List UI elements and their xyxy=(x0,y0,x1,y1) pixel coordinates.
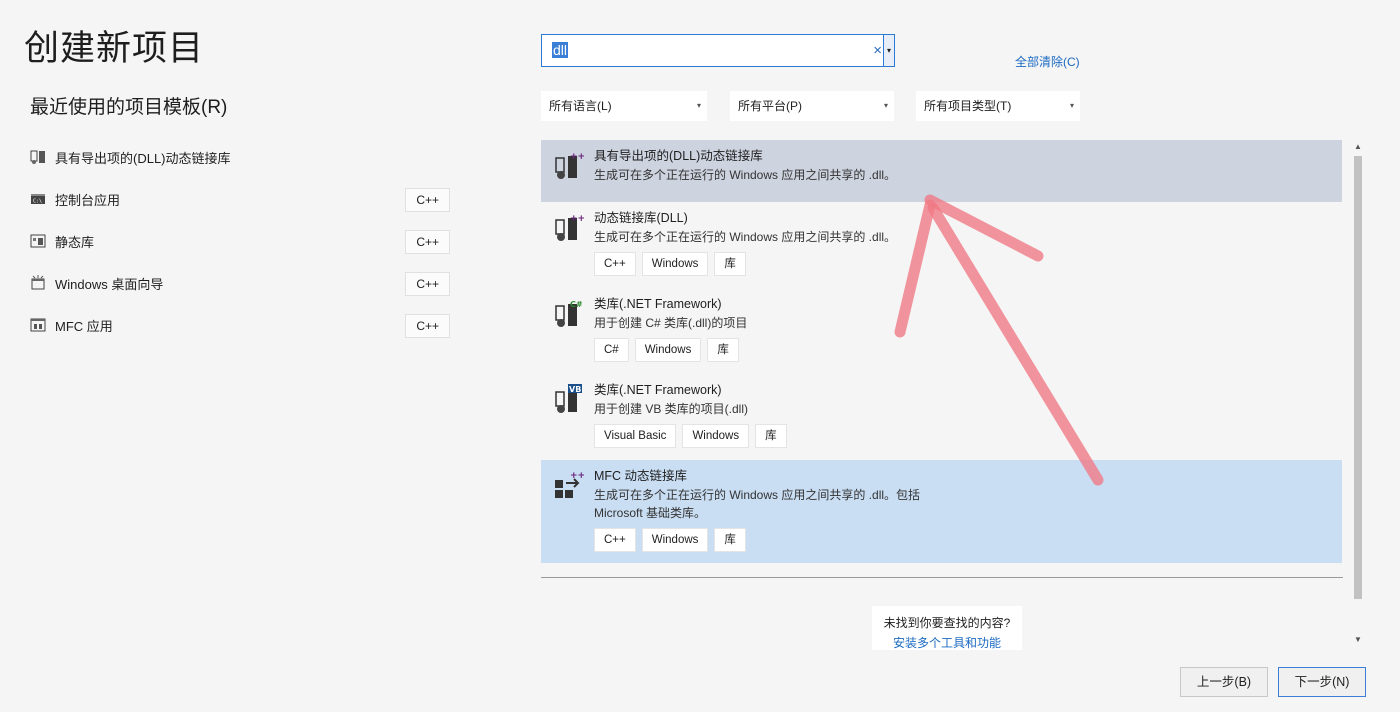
badge-text: VB xyxy=(569,385,581,394)
chevron-down-icon: ▾ xyxy=(696,101,701,110)
search-value[interactable]: dll xyxy=(552,42,569,58)
tag-chip: C++ xyxy=(594,528,636,552)
recent-templates-title: 最近使用的项目模板(R) xyxy=(30,97,228,118)
recent-item-label: 具有导出项的(DLL)动态链接库 xyxy=(55,150,231,166)
search-input[interactable]: dll × ▾ xyxy=(541,34,895,67)
recent-item-label: MFC 应用 xyxy=(55,318,113,334)
recent-item-dll-export[interactable]: 具有导出项的(DLL)动态链接库 xyxy=(30,136,452,178)
language-filter[interactable]: 所有语言(L) ▾ xyxy=(541,91,707,121)
console-app-icon: C:\ xyxy=(30,191,46,207)
chevron-down-icon: ▾ xyxy=(883,101,888,110)
template-class-library-csharp[interactable]: C# 类库(.NET Framework) 用于创建 C# 类库(.dll)的项… xyxy=(541,288,1342,374)
platform-filter[interactable]: 所有平台(P) ▾ xyxy=(730,91,894,121)
language-tag: C++ xyxy=(405,230,450,254)
tag-chip: 库 xyxy=(714,252,746,276)
template-description: 用于创建 C# 类库(.dll)的项目 xyxy=(594,316,748,330)
template-name: 类库(.NET Framework) xyxy=(594,383,722,397)
tag-chip: Windows xyxy=(682,424,750,448)
recent-item-label: 控制台应用 xyxy=(55,192,121,208)
language-tag: C++ xyxy=(405,314,450,338)
project-type-filter[interactable]: 所有项目类型(T) ▾ xyxy=(916,91,1080,121)
recent-item-mfc-app[interactable]: MFC 应用 C++ xyxy=(30,304,452,346)
filter-label: 所有语言(L) xyxy=(549,99,612,113)
template-name: 动态链接库(DLL) xyxy=(594,211,688,225)
mfc-app-icon xyxy=(30,317,46,333)
dll-template-icon: ++ xyxy=(554,150,585,180)
template-dll-with-exports[interactable]: ++ 具有导出项的(DLL)动态链接库 生成可在多个正在运行的 Windows … xyxy=(541,140,1342,202)
recent-item-label: Windows 桌面向导 xyxy=(55,276,164,292)
not-found-panel: 未找到你要查找的内容? 安装多个工具和功能 xyxy=(872,606,1022,650)
template-name: MFC 动态链接库 xyxy=(594,469,688,483)
badge-text: ++ xyxy=(570,471,584,481)
clear-all-link[interactable]: 全部清除(C) xyxy=(1015,53,1080,70)
dll-export-icon xyxy=(30,149,46,165)
language-tag: C++ xyxy=(405,272,450,296)
badge-text: ++ xyxy=(570,152,584,162)
recent-item-desktop-wizard[interactable]: Windows 桌面向导 C++ xyxy=(30,262,452,304)
results-divider xyxy=(541,577,1343,578)
template-name: 具有导出项的(DLL)动态链接库 xyxy=(594,149,763,163)
tag-chip: Windows xyxy=(641,528,709,552)
filter-label: 所有平台(P) xyxy=(738,99,802,113)
template-description: 生成可在多个正在运行的 Windows 应用之间共享的 .dll。 xyxy=(594,230,897,244)
template-dll[interactable]: ++ 动态链接库(DLL) 生成可在多个正在运行的 Windows 应用之间共享… xyxy=(541,202,1342,288)
static-lib-icon xyxy=(30,233,46,249)
template-mfc-dll[interactable]: ++ MFC 动态链接库 生成可在多个正在运行的 Windows 应用之间共享的… xyxy=(541,460,1342,563)
tag-chip: Windows xyxy=(641,252,709,276)
recent-item-static-lib[interactable]: 静态库 C++ xyxy=(30,220,452,262)
vb-library-icon: VB xyxy=(554,384,584,414)
tag-chip: C# xyxy=(594,338,629,362)
search-history-dropdown-icon[interactable]: ▾ xyxy=(883,34,895,67)
scroll-thumb[interactable] xyxy=(1354,156,1362,599)
template-results-list: ++ 具有导出项的(DLL)动态链接库 生成可在多个正在运行的 Windows … xyxy=(541,140,1342,563)
svg-text:C:\: C:\ xyxy=(33,199,42,205)
results-scrollbar[interactable]: ▲ ▼ xyxy=(1352,142,1364,647)
scroll-up-icon[interactable]: ▲ xyxy=(1352,142,1364,154)
template-tags: C# Windows 库 xyxy=(594,338,1332,362)
scroll-down-icon[interactable]: ▼ xyxy=(1352,635,1364,647)
template-description-cont: Microsoft 基础类库。 xyxy=(594,506,707,520)
badge-text: ++ xyxy=(570,214,584,224)
template-tags: C++ Windows 库 xyxy=(594,528,1332,552)
template-name: 类库(.NET Framework) xyxy=(594,297,722,311)
chevron-down-icon: ▾ xyxy=(1069,101,1074,110)
next-button[interactable]: 下一步(N) xyxy=(1278,667,1366,697)
csharp-library-icon: C# xyxy=(554,298,584,328)
template-description: 生成可在多个正在运行的 Windows 应用之间共享的 .dll。 xyxy=(594,168,897,182)
template-tags: C++ Windows 库 xyxy=(594,252,1332,276)
dll-template-icon: ++ xyxy=(554,212,585,242)
tag-chip: 库 xyxy=(714,528,746,552)
install-tools-link[interactable]: 安装多个工具和功能 xyxy=(872,634,1022,651)
template-class-library-vb[interactable]: VB 类库(.NET Framework) 用于创建 VB 类库的项目(.dll… xyxy=(541,374,1342,460)
page-title: 创建新项目 xyxy=(24,29,205,68)
tag-chip: 库 xyxy=(755,424,787,448)
mfc-dll-icon: ++ xyxy=(554,470,585,500)
clear-search-icon[interactable]: × xyxy=(873,42,882,59)
tag-chip: C++ xyxy=(594,252,636,276)
recent-templates-list: 具有导出项的(DLL)动态链接库 C:\ 控制台应用 C++ 静态库 C++ W… xyxy=(30,136,452,346)
filter-label: 所有项目类型(T) xyxy=(924,99,1012,113)
tag-chip: Windows xyxy=(634,338,702,362)
desktop-wizard-icon xyxy=(30,275,46,291)
template-tags: Visual Basic Windows 库 xyxy=(594,424,1332,448)
template-description: 生成可在多个正在运行的 Windows 应用之间共享的 .dll。包括 xyxy=(594,488,921,502)
badge-text: C# xyxy=(570,300,583,309)
tag-chip: 库 xyxy=(707,338,739,362)
recent-item-label: 静态库 xyxy=(55,234,95,250)
back-button[interactable]: 上一步(B) xyxy=(1180,667,1268,697)
not-found-question: 未找到你要查找的内容? xyxy=(883,616,1011,630)
language-tag: C++ xyxy=(405,188,450,212)
template-description: 用于创建 VB 类库的项目(.dll) xyxy=(594,402,749,416)
tag-chip: Visual Basic xyxy=(594,424,677,448)
recent-item-console-app[interactable]: C:\ 控制台应用 C++ xyxy=(30,178,452,220)
